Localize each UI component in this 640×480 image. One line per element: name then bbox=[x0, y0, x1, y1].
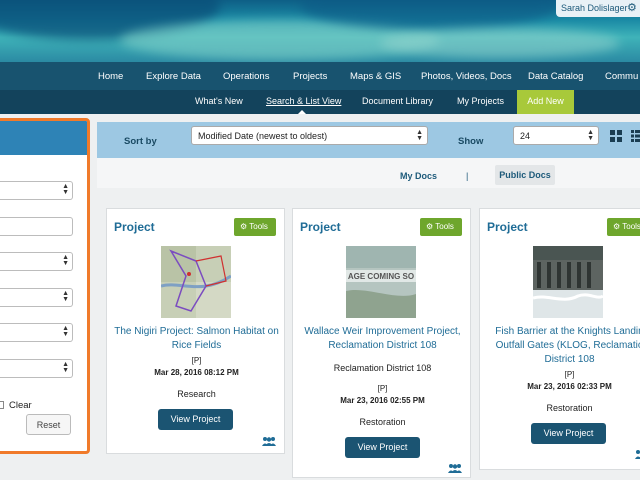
project-date: Mar 28, 2016 08:12 PM bbox=[154, 368, 239, 377]
project-dam-photo[interactable] bbox=[533, 246, 603, 318]
sort-label: Sort by bbox=[124, 136, 157, 147]
project-date: Mar 23, 2016 02:55 PM bbox=[340, 396, 425, 405]
nav-explore-data[interactable]: Explore Data bbox=[146, 71, 201, 82]
nav-maps-gis[interactable]: Maps & GIS bbox=[350, 71, 401, 82]
project-title-link[interactable]: Fish Barrier at the Knights Landin Outfa… bbox=[484, 325, 640, 367]
nav-data-catalog[interactable]: Data Catalog bbox=[528, 71, 583, 82]
filter-select-5[interactable]: ▲ ▼ bbox=[0, 359, 73, 378]
project-card: Project ⚙ Tools AGE COMING SO Wallace We… bbox=[292, 208, 471, 478]
list-view-icon[interactable] bbox=[630, 129, 640, 143]
subnav-document-library[interactable]: Document Library bbox=[362, 96, 433, 106]
subnav-my-projects[interactable]: My Projects bbox=[457, 96, 504, 106]
nav-home[interactable]: Home bbox=[98, 71, 123, 82]
tools-button[interactable]: ⚙ Tools bbox=[607, 218, 640, 236]
filter-panel-header bbox=[0, 121, 87, 155]
people-icon bbox=[448, 464, 462, 473]
project-category: Restoration bbox=[546, 403, 593, 413]
filter-select-2[interactable]: ▲ ▼ bbox=[0, 252, 73, 271]
gear-icon: ⚙ bbox=[613, 222, 621, 231]
subnav-search-list-view[interactable]: Search & List View bbox=[266, 96, 341, 106]
tools-label: Tools bbox=[249, 222, 268, 231]
reset-button[interactable]: Reset bbox=[26, 414, 71, 435]
select-arrows-icon: ▲ ▼ bbox=[62, 361, 69, 374]
project-date: Mar 23, 2016 02:33 PM bbox=[527, 382, 612, 391]
view-project-button[interactable]: View Project bbox=[531, 423, 606, 444]
select-arrows-icon: ▲ ▼ bbox=[416, 129, 423, 142]
main-nav: Home Explore Data Operations Projects Ma… bbox=[0, 62, 640, 90]
project-category: Research bbox=[177, 389, 216, 399]
filter-select-3[interactable]: ▲ ▼ bbox=[0, 288, 73, 307]
filter-input-1[interactable] bbox=[0, 217, 73, 236]
filter-panel: ▲ ▼ ▲ ▼ ▲ ▼ ▲ ▼ ▲ ▼ Clear Reset bbox=[0, 118, 90, 454]
grid-view-icon[interactable] bbox=[609, 129, 623, 143]
subnav-whats-new[interactable]: What's New bbox=[195, 96, 243, 106]
active-tab-caret bbox=[298, 110, 306, 114]
tools-button[interactable]: ⚙ Tools bbox=[234, 218, 276, 236]
gear-icon[interactable]: ⚙ bbox=[627, 1, 637, 14]
project-map-thumbnail[interactable] bbox=[161, 246, 231, 318]
select-arrows-icon: ▲ ▼ bbox=[62, 183, 69, 196]
user-name: Sarah Dolislager bbox=[561, 3, 628, 13]
view-project-button[interactable]: View Project bbox=[158, 409, 233, 430]
tools-label: Tools bbox=[622, 222, 640, 231]
gear-icon: ⚙ bbox=[240, 222, 248, 231]
show-label: Show bbox=[458, 136, 484, 147]
sort-bar: Sort by Modified Date (newest to oldest)… bbox=[97, 122, 640, 158]
add-new-button[interactable]: Add New bbox=[517, 90, 574, 114]
my-docs-tab[interactable]: My Docs bbox=[400, 171, 437, 181]
nav-photos-videos-docs[interactable]: Photos, Videos, Docs bbox=[421, 71, 512, 82]
project-card: Project ⚙ Tools Fish Barrier at the Knig… bbox=[479, 208, 640, 470]
view-project-button[interactable]: View Project bbox=[345, 437, 420, 458]
site-banner: Sarah Dolislager ⚙ bbox=[0, 0, 640, 62]
project-card: Project ⚙ Tools The Nigiri Project: Salm… bbox=[106, 208, 285, 454]
select-arrows-icon: ▲ ▼ bbox=[62, 325, 69, 338]
card-type: Project bbox=[114, 220, 155, 234]
docs-toggle: My Docs | Public Docs bbox=[97, 158, 640, 188]
project-category: Restoration bbox=[359, 417, 406, 427]
project-title-link[interactable]: The Nigiri Project: Salmon Habitat on Ri… bbox=[111, 325, 282, 353]
project-flag: [P] bbox=[191, 356, 202, 365]
nav-operations[interactable]: Operations bbox=[223, 71, 269, 82]
nav-projects[interactable]: Projects bbox=[293, 71, 327, 82]
select-arrows-icon: ▲ ▼ bbox=[62, 290, 69, 303]
show-select-value: 24 bbox=[520, 131, 531, 141]
card-type: Project bbox=[487, 220, 528, 234]
project-title-link[interactable]: Wallace Weir Improvement Project, Reclam… bbox=[297, 325, 468, 353]
project-image-placeholder[interactable]: AGE COMING SO bbox=[346, 246, 416, 318]
nav-community[interactable]: Commu bbox=[605, 71, 638, 82]
clear-checkbox[interactable] bbox=[0, 401, 4, 409]
card-type: Project bbox=[300, 220, 341, 234]
filter-select-4[interactable]: ▲ ▼ bbox=[0, 323, 73, 342]
image-placeholder-text: AGE COMING SO bbox=[348, 272, 414, 281]
people-icon bbox=[262, 437, 276, 446]
sort-select[interactable]: Modified Date (newest to oldest) ▲ ▼ bbox=[191, 126, 428, 145]
gear-icon: ⚙ bbox=[426, 222, 434, 231]
public-docs-tab[interactable]: Public Docs bbox=[495, 165, 555, 185]
sort-select-value: Modified Date (newest to oldest) bbox=[198, 131, 328, 141]
project-organization: Reclamation District 108 bbox=[333, 363, 432, 373]
clear-label: Clear bbox=[9, 400, 32, 411]
people-icon bbox=[635, 450, 640, 459]
show-select[interactable]: 24 ▲ ▼ bbox=[513, 126, 599, 145]
tools-label: Tools bbox=[435, 222, 454, 231]
select-arrows-icon: ▲ ▼ bbox=[587, 129, 594, 142]
project-flag: [P] bbox=[564, 370, 575, 379]
filter-select-1[interactable]: ▲ ▼ bbox=[0, 181, 73, 200]
project-flag: [P] bbox=[377, 384, 388, 393]
docs-separator: | bbox=[466, 171, 469, 181]
select-arrows-icon: ▲ ▼ bbox=[62, 254, 69, 267]
tools-button[interactable]: ⚙ Tools bbox=[420, 218, 462, 236]
